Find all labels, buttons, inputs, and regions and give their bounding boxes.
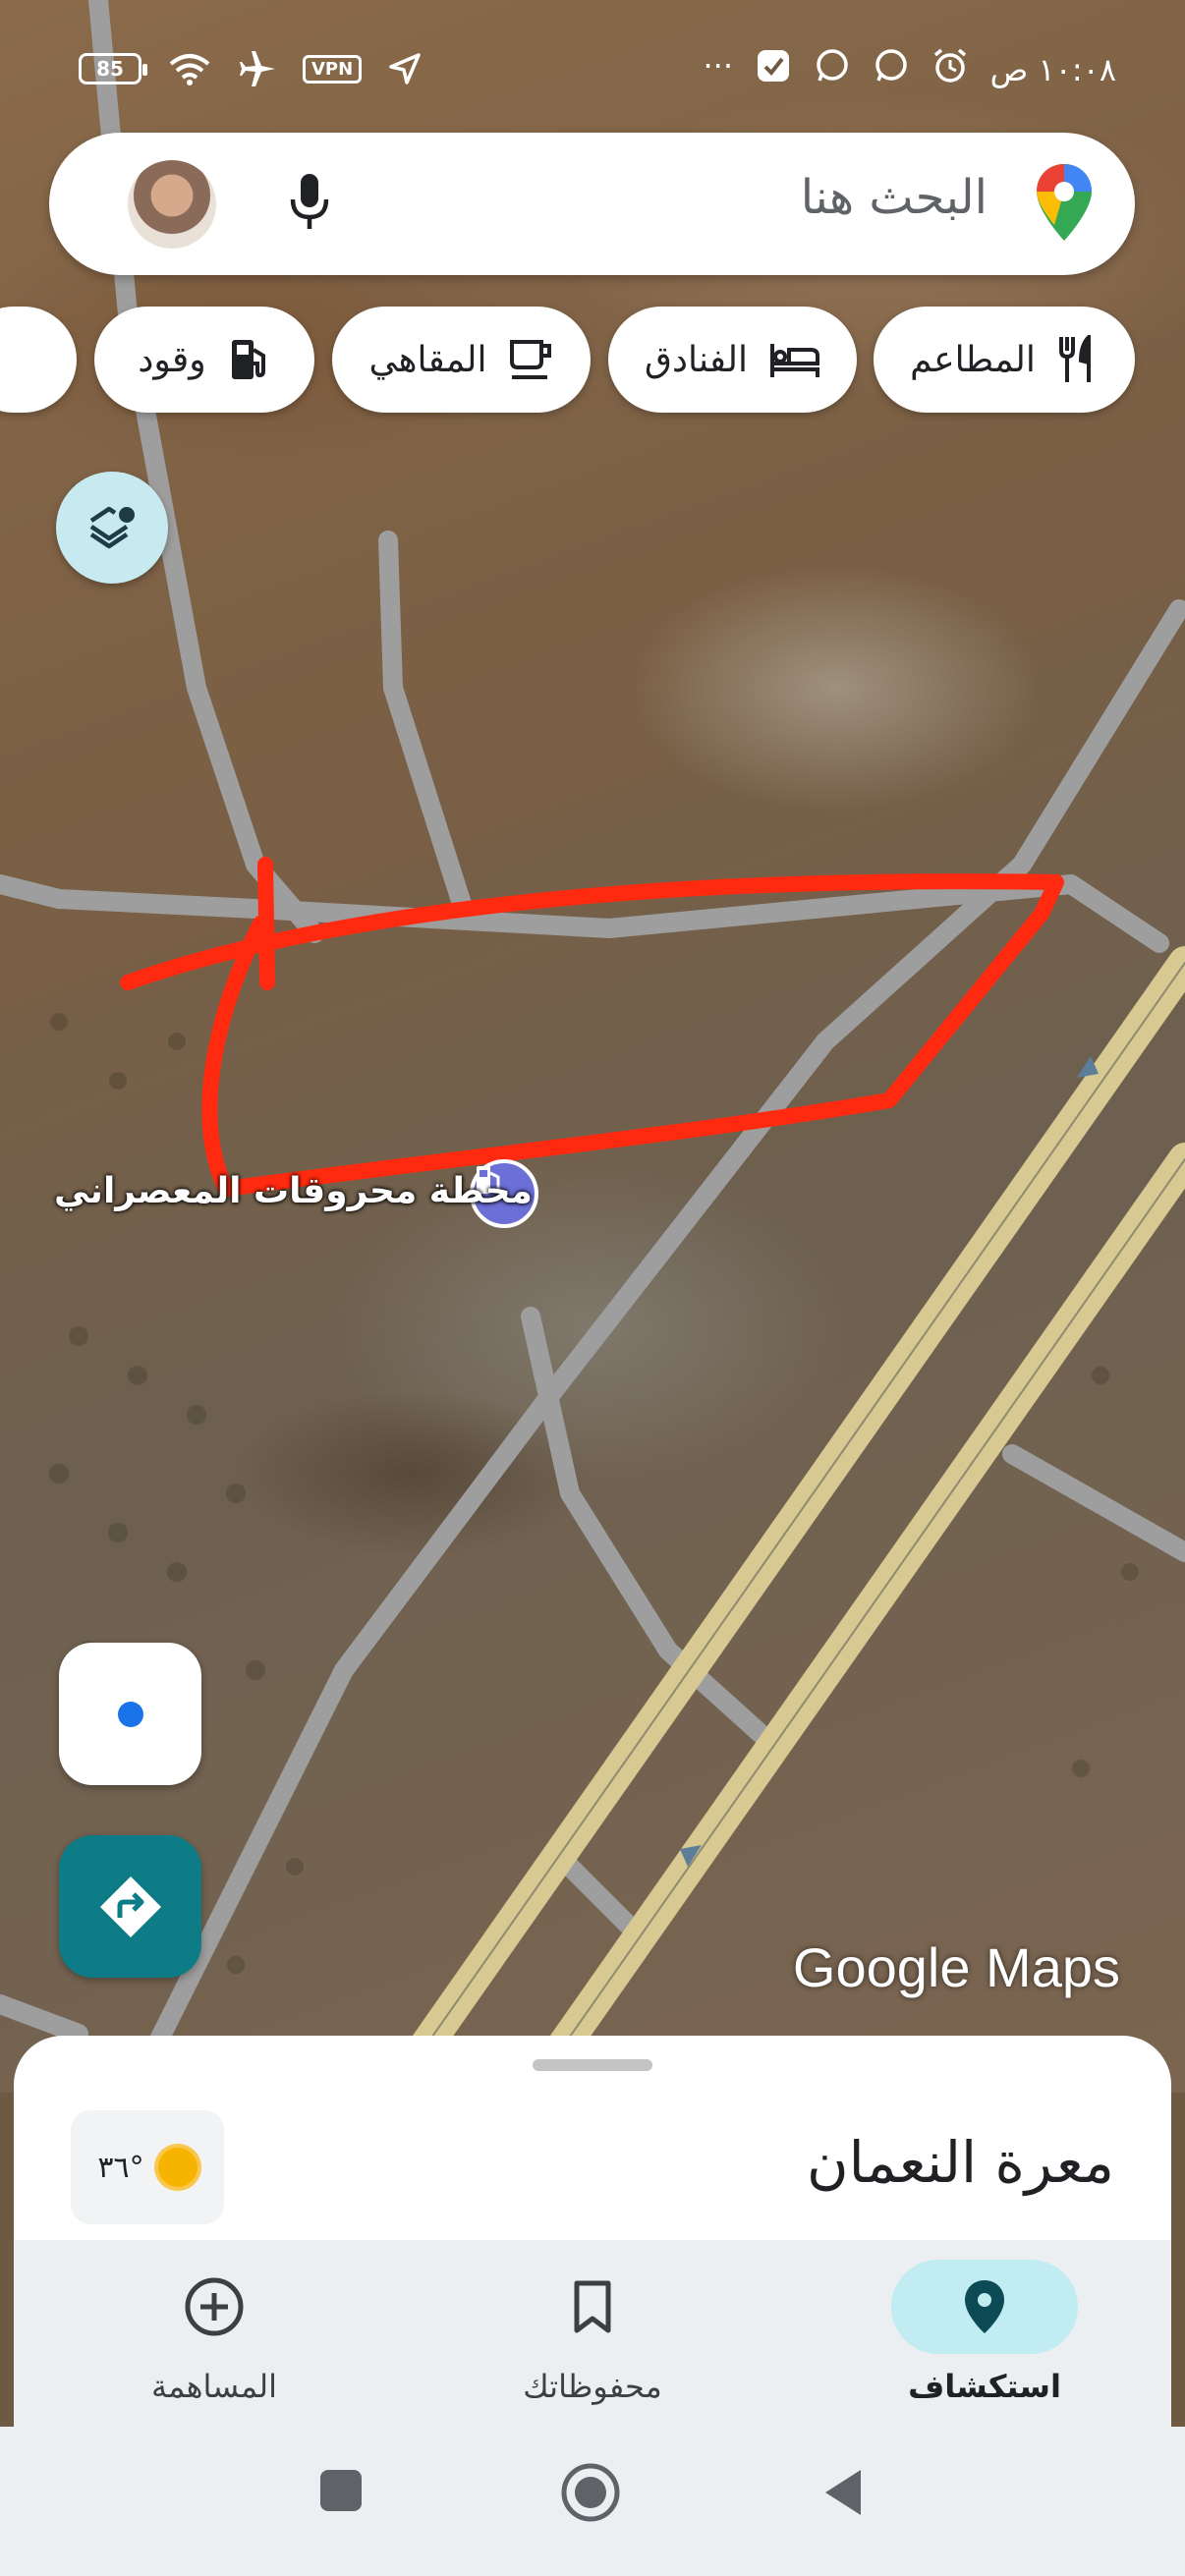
- avatar[interactable]: [128, 160, 216, 249]
- tab-explore[interactable]: استكشاف: [876, 2260, 1093, 2405]
- google-maps-watermark: Google Maps: [792, 1936, 1120, 1998]
- my-location-button[interactable]: [59, 1643, 201, 1785]
- status-time: ١٠:٠٨ ص: [989, 51, 1116, 88]
- tab-label: استكشاف: [908, 2368, 1061, 2405]
- layers-icon: [89, 506, 135, 549]
- status-right: ···: [703, 47, 969, 84]
- app-notification-icon: [758, 50, 789, 82]
- chip-label: المقاهي: [368, 339, 487, 380]
- back-button[interactable]: [819, 2466, 867, 2519]
- drag-handle[interactable]: [533, 2059, 652, 2071]
- fuel-icon: [231, 340, 265, 379]
- contribute-icon-wrap: [121, 2260, 308, 2354]
- tab-label: محفوظاتك: [523, 2368, 662, 2405]
- chip-label: المطاعم: [910, 339, 1036, 380]
- layers-button[interactable]: [56, 472, 168, 584]
- sun-icon: [157, 2148, 198, 2187]
- system-navigation-bar: [0, 2427, 1185, 2576]
- navigation-arrow-icon: [389, 53, 421, 84]
- chip-restaurants[interactable]: المطاعم: [874, 307, 1135, 413]
- chip-cafes[interactable]: المقاهي: [332, 307, 591, 413]
- chip-label: الفنادق: [645, 339, 748, 380]
- google-maps-pin-icon: [1037, 164, 1092, 241]
- more-icon: ···: [703, 47, 733, 84]
- bottom-nav: استكشاف محفوظاتك المساهمة: [14, 2240, 1171, 2427]
- search-bar[interactable]: البحث هنا: [49, 133, 1135, 275]
- status-bar: 85 VPN ··· ١٠:٠٨ ص: [0, 0, 1185, 138]
- alarm-icon: [933, 48, 967, 83]
- chip-shopping[interactable]: [0, 307, 77, 413]
- recents-button[interactable]: [316, 2466, 366, 2515]
- whatsapp-icon: [817, 49, 848, 82]
- restaurant-icon: [1058, 335, 1091, 382]
- hotel-icon: [770, 344, 819, 377]
- search-input[interactable]: البحث هنا: [801, 170, 988, 225]
- saved-icon-wrap: [499, 2260, 686, 2354]
- bookmark-icon: [574, 2280, 611, 2333]
- tab-contribute[interactable]: المساهمة: [106, 2260, 322, 2405]
- bottom-sheet[interactable]: ٣٦° معرة النعمان: [14, 2036, 1171, 2242]
- cafe-icon: [510, 340, 552, 379]
- location-pin-icon: [965, 2280, 1004, 2333]
- battery-icon: 85: [79, 53, 147, 84]
- location-dot-icon: [114, 1698, 146, 1730]
- explore-icon-wrap: [891, 2260, 1078, 2354]
- chip-hotels[interactable]: الفنادق: [608, 307, 857, 413]
- place-name: معرة النعمان: [807, 2129, 1114, 2196]
- category-chips: المطاعم الفنادق المقاهي وقود: [0, 307, 1185, 415]
- directions-button[interactable]: [59, 1835, 201, 1978]
- home-button[interactable]: [560, 2462, 621, 2523]
- whatsapp-business-icon: [875, 49, 907, 82]
- tab-saved[interactable]: محفوظاتك: [484, 2260, 701, 2405]
- status-left: 85 VPN: [79, 49, 423, 88]
- directions-icon: [99, 1876, 161, 1937]
- microphone-icon[interactable]: [290, 172, 329, 235]
- add-circle-icon: [185, 2277, 244, 2336]
- airplane-icon: [240, 51, 275, 86]
- weather-chip[interactable]: ٣٦°: [71, 2110, 224, 2224]
- tab-label: المساهمة: [151, 2368, 277, 2405]
- chip-label: وقود: [138, 339, 206, 380]
- wifi-icon: [169, 54, 210, 85]
- chip-fuel[interactable]: وقود: [94, 307, 314, 413]
- poi-label[interactable]: محطة محروقات المعصراني: [54, 1171, 533, 1211]
- vpn-icon: VPN: [303, 54, 363, 84]
- weather-temp: ٣٦°: [97, 2150, 144, 2185]
